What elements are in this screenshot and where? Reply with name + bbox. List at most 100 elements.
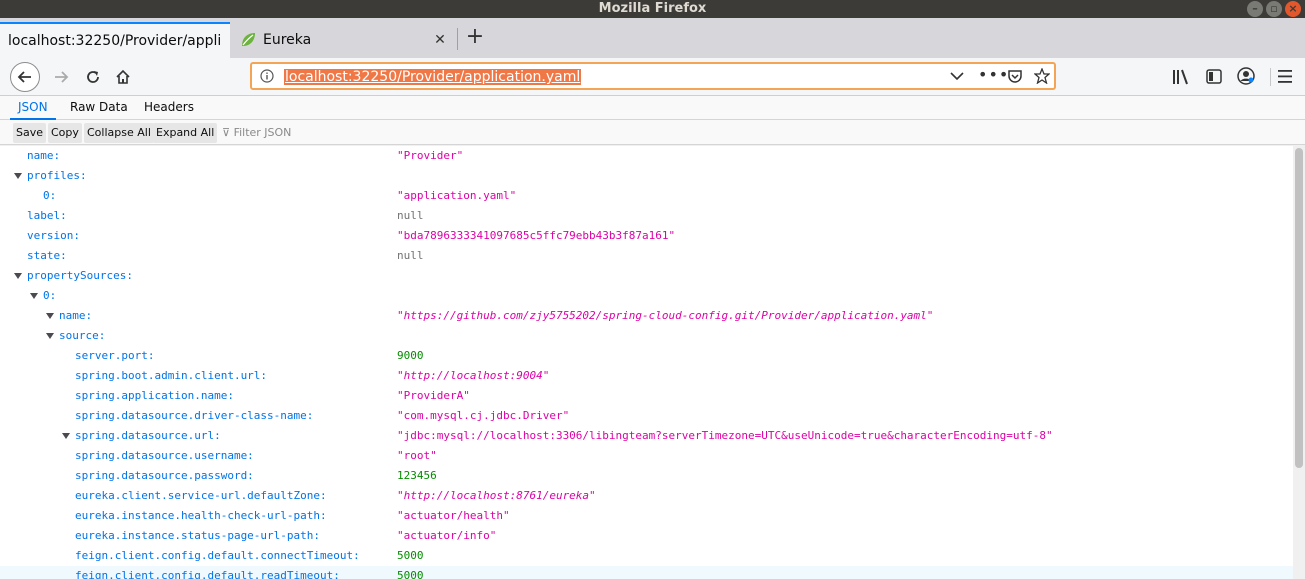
json-key: spring.datasource.driver-class-name:	[75, 409, 314, 422]
window-title: Mozilla Firefox	[598, 1, 707, 16]
url-bar[interactable]: localhost:32250/Provider/application.yam…	[250, 62, 1056, 90]
minimize-icon[interactable]: –	[1247, 1, 1263, 17]
back-arrow-icon	[17, 71, 31, 83]
window-controls: – ▫ ×	[1247, 1, 1301, 17]
sidebar-icon[interactable]	[1206, 69, 1222, 84]
expand-toggle-icon[interactable]	[30, 292, 38, 300]
collapse-all-button[interactable]: Collapse All	[84, 123, 154, 143]
json-key: spring.datasource.url:	[75, 429, 221, 442]
json-row[interactable]: 0:	[0, 286, 1293, 306]
json-row[interactable]: name: "https://github.com/zjy5755202/spri…	[0, 306, 1293, 326]
filter-json-input[interactable]: ⊽ Filter JSON	[222, 123, 291, 143]
expand-toggle-icon[interactable]	[62, 432, 70, 440]
json-row[interactable]: version: "bda7896333341097685c5ffc79ebb43…	[0, 226, 1293, 246]
json-value: "bda7896333341097685c5ffc79ebb43b3f87a16…	[397, 229, 676, 242]
json-value: "actuator/health"	[397, 509, 510, 522]
forward-button[interactable]	[46, 62, 76, 92]
info-icon[interactable]	[260, 69, 274, 83]
copy-button[interactable]: Copy	[48, 123, 82, 143]
back-button[interactable]	[10, 62, 40, 92]
close-tab-icon[interactable]: ✕	[432, 32, 448, 48]
tab-raw-data[interactable]: Raw Data	[62, 96, 136, 120]
json-value: 5000	[397, 549, 424, 562]
page-actions-icon[interactable]: •••	[978, 65, 1009, 84]
chevron-down-icon[interactable]	[950, 71, 964, 81]
json-row[interactable]: name: "Provider"	[0, 146, 1293, 166]
json-row[interactable]: profiles:	[0, 166, 1293, 186]
json-row[interactable]: propertySources:	[0, 266, 1293, 286]
json-row[interactable]: spring.datasource.password: 123456	[0, 466, 1293, 486]
home-button[interactable]	[108, 62, 138, 92]
tab-separator	[457, 28, 458, 50]
expand-toggle-icon[interactable]	[14, 272, 22, 280]
expand-all-button[interactable]: Expand All	[153, 123, 218, 143]
json-key: name:	[59, 309, 93, 322]
expand-toggle-icon[interactable]	[46, 312, 54, 320]
scrollbar-thumb[interactable]	[1295, 148, 1303, 468]
json-value: 123456	[397, 469, 437, 482]
tab-provider[interactable]: localhost:32250/Provider/application.yam…	[0, 22, 230, 58]
tab-json[interactable]: JSON	[10, 96, 56, 120]
json-row[interactable]: state: null	[0, 246, 1293, 266]
json-row[interactable]: spring.datasource.username: "root"	[0, 446, 1293, 466]
json-row[interactable]: spring.datasource.url: "jdbc:mysql://loca…	[0, 426, 1293, 446]
json-key: feign.client.config.default.connectTimeo…	[75, 549, 360, 562]
json-value: "ProviderA"	[397, 389, 470, 402]
navigation-bar: localhost:32250/Provider/application.yam…	[0, 58, 1305, 96]
json-value: "root"	[397, 449, 437, 462]
json-key: eureka.client.service-url.defaultZone:	[75, 489, 327, 502]
json-key: spring.application.name:	[75, 389, 234, 402]
json-key: propertySources:	[27, 269, 133, 282]
filter-placeholder: Filter JSON	[233, 126, 292, 139]
json-value: "application.yaml"	[397, 189, 517, 202]
json-viewer-tabs: JSON Raw Data Headers	[0, 96, 1305, 120]
maximize-icon[interactable]: ▫	[1266, 1, 1282, 17]
json-key: eureka.instance.health-check-url-path:	[75, 509, 327, 522]
json-row[interactable]: eureka.instance.health-check-url-path: "a…	[0, 506, 1293, 526]
account-icon[interactable]	[1237, 67, 1255, 85]
expand-toggle-icon[interactable]	[46, 332, 54, 340]
json-key: spring.datasource.password:	[75, 469, 254, 482]
new-tab-button[interactable]: +	[463, 26, 487, 50]
bookmark-star-icon[interactable]	[1034, 68, 1050, 84]
library-icon[interactable]	[1172, 69, 1190, 85]
json-row[interactable]: eureka.client.service-url.defaultZone: "h…	[0, 486, 1293, 506]
scrollbar[interactable]	[1293, 146, 1305, 579]
json-value: null	[397, 209, 424, 222]
json-value: "http://localhost:9004"	[397, 369, 550, 382]
pocket-icon[interactable]	[1007, 69, 1023, 84]
json-row[interactable]: source:	[0, 326, 1293, 346]
json-tree: name: "Provider" profiles: 0: "application.y…	[0, 146, 1293, 579]
json-row[interactable]: spring.application.name: "ProviderA"	[0, 386, 1293, 406]
tab-label: localhost:32250/Provider/application.yam…	[8, 33, 222, 49]
json-row[interactable]: server.port: 9000	[0, 346, 1293, 366]
tab-eureka[interactable]: Eureka ✕	[231, 22, 456, 58]
json-row[interactable]: spring.boot.admin.client.url: "http://loc…	[0, 366, 1293, 386]
json-key: 0:	[43, 289, 57, 302]
json-value: "jdbc:mysql://localhost:3306/libingteam?…	[397, 429, 1053, 442]
window-titlebar: Mozilla Firefox – ▫ ×	[0, 0, 1305, 18]
reload-button[interactable]	[78, 62, 108, 92]
forward-arrow-icon	[55, 71, 69, 83]
url-text[interactable]: localhost:32250/Provider/application.yam…	[284, 68, 582, 86]
json-row[interactable]: feign.client.config.default.readTimeout:…	[0, 566, 1293, 579]
json-value: "com.mysql.cj.jdbc.Driver"	[397, 409, 570, 422]
tab-label: Eureka	[263, 32, 312, 48]
json-row[interactable]: spring.datasource.driver-class-name: "com…	[0, 406, 1293, 426]
tab-headers[interactable]: Headers	[136, 96, 202, 120]
json-row[interactable]: 0: "application.yaml"	[0, 186, 1293, 206]
json-value: 9000	[397, 349, 424, 362]
expand-toggle-icon[interactable]	[14, 172, 22, 180]
toolbar-divider	[1270, 68, 1271, 86]
json-row[interactable]: label: null	[0, 206, 1293, 226]
save-button[interactable]: Save	[13, 123, 47, 143]
filter-icon: ⊽	[222, 126, 231, 139]
json-key: name:	[27, 149, 61, 162]
json-row[interactable]: eureka.instance.status-page-url-path: "ac…	[0, 526, 1293, 546]
close-window-icon[interactable]: ×	[1285, 1, 1301, 17]
tab-strip: localhost:32250/Provider/application.yam…	[0, 18, 1305, 58]
json-value: "https://github.com/zjy5755202/spring-cl…	[397, 309, 934, 322]
hamburger-menu-icon[interactable]	[1278, 70, 1292, 83]
json-row[interactable]: feign.client.config.default.connectTimeo…	[0, 546, 1293, 566]
json-key: version:	[27, 229, 80, 242]
